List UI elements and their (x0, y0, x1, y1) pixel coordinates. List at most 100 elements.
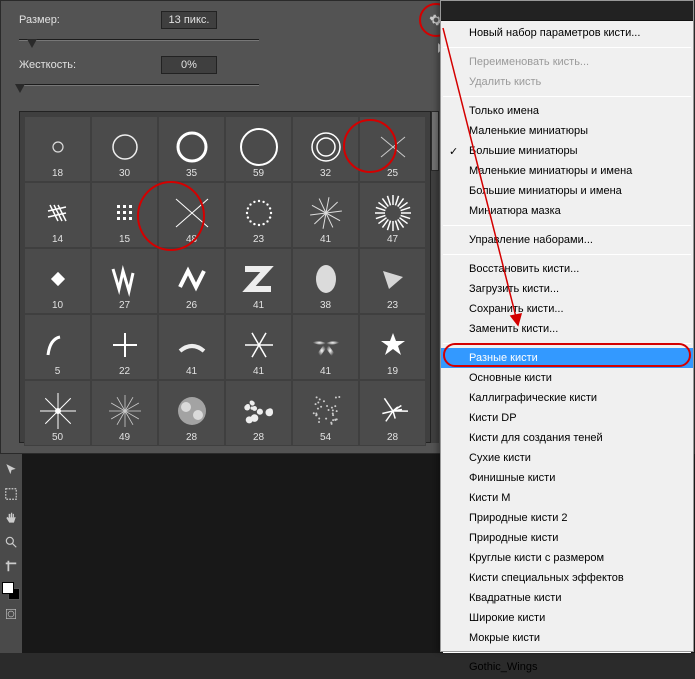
marquee-tool[interactable] (1, 484, 21, 504)
brush-thumbnail[interactable]: 28 (225, 380, 292, 446)
brush-thumbnail[interactable]: 26 (158, 248, 225, 314)
fg-swatch[interactable] (2, 582, 14, 594)
brush-thumbnail[interactable]: 23 (359, 248, 426, 314)
brush-thumbnail[interactable]: 30 (91, 116, 158, 182)
hardness-value[interactable]: 0% (161, 56, 217, 74)
brush-thumbnail[interactable]: 22 (91, 314, 158, 380)
menu-item[interactable]: Миниатюра мазка (441, 201, 693, 221)
menu-item[interactable]: Природные кисти 2 (441, 508, 693, 528)
brush-thumbnail[interactable]: 54 (292, 380, 359, 446)
brush-thumbnail[interactable]: 41 (292, 314, 359, 380)
brush-thumbnail[interactable]: 41 (225, 314, 292, 380)
brush-scrollbar[interactable] (431, 111, 439, 443)
menu-item[interactable]: Разные кисти (441, 348, 693, 368)
menu-separator (443, 47, 691, 48)
menu-item[interactable]: Основные кисти (441, 368, 693, 388)
brush-thumbnail[interactable]: 19 (359, 314, 426, 380)
brush-thumbnail[interactable]: 38 (292, 248, 359, 314)
brush-grid-wrap: 1830355932251415482341471027264138235224… (19, 111, 431, 443)
menu-separator (443, 343, 691, 344)
menu-item-label: Основные кисти (469, 372, 552, 384)
brush-thumbnail[interactable]: 59 (225, 116, 292, 182)
menu-item[interactable]: Квадратные кисти (441, 588, 693, 608)
brush-thumbnail[interactable]: 49 (91, 380, 158, 446)
brush-thumbnail[interactable]: 32 (292, 116, 359, 182)
brush-thumbnail[interactable]: 50 (24, 380, 91, 446)
menu-item-label: Сохранить кисти... (469, 303, 564, 315)
menu-item[interactable]: Новый набор параметров кисти... (441, 23, 693, 43)
hardness-slider-thumb[interactable] (15, 84, 25, 93)
menu-item-label: Большие миниатюры (469, 145, 578, 157)
brush-shape-icon (36, 325, 80, 369)
menu-item[interactable]: Управление наборами... (441, 230, 693, 250)
menu-item[interactable]: Кисти DP (441, 408, 693, 428)
brush-size-label: 10 (25, 300, 90, 311)
menu-item-label: Сухие кисти (469, 452, 531, 464)
brush-thumbnail[interactable]: 18 (24, 116, 91, 182)
size-slider[interactable] (19, 39, 259, 41)
menu-item[interactable]: Мокрые кисти (441, 628, 693, 648)
menu-item[interactable]: Сухие кисти (441, 448, 693, 468)
brush-scrollbar-thumb[interactable] (431, 111, 439, 171)
brush-thumbnail[interactable]: 41 (225, 248, 292, 314)
brush-thumbnail[interactable]: 27 (91, 248, 158, 314)
menu-item[interactable]: ✓Большие миниатюры (441, 141, 693, 161)
menu-item[interactable]: Восстановить кисти... (441, 259, 693, 279)
menu-item[interactable]: Широкие кисти (441, 608, 693, 628)
zoom-tool[interactable] (1, 532, 21, 552)
menu-item[interactable]: Маленькие миниатюры и имена (441, 161, 693, 181)
menu-item-label: Кисти M (469, 492, 510, 504)
menu-item[interactable]: Круглые кисти с размером (441, 548, 693, 568)
brush-thumbnail[interactable]: 23 (225, 182, 292, 248)
menu-item[interactable]: Только имена (441, 101, 693, 121)
brush-thumbnail[interactable]: 47 (359, 182, 426, 248)
menu-item-label: Большие миниатюры и имена (469, 185, 622, 197)
brush-controls: Размер: 13 пикс. Жесткость: 0% (1, 1, 459, 106)
hand-tool[interactable] (1, 508, 21, 528)
brush-thumbnail[interactable]: 28 (158, 380, 225, 446)
menu-item[interactable]: Каллиграфические кисти (441, 388, 693, 408)
menu-item[interactable]: Природные кисти (441, 528, 693, 548)
brush-thumbnail[interactable]: 41 (158, 314, 225, 380)
move-tool[interactable] (1, 460, 21, 480)
menu-item[interactable]: Финишные кисти (441, 468, 693, 488)
menu-separator (443, 254, 691, 255)
menu-item: Удалить кисть (441, 72, 693, 92)
brush-shape-icon (304, 259, 348, 303)
brush-shape-icon (36, 127, 80, 171)
menu-item[interactable]: Кисти для создания теней (441, 428, 693, 448)
brush-thumbnail[interactable]: 25 (359, 116, 426, 182)
brush-thumbnail[interactable]: 10 (24, 248, 91, 314)
brush-thumbnail[interactable]: 14 (24, 182, 91, 248)
quickmask-toggle[interactable] (1, 604, 21, 624)
menu-item[interactable]: Gothic_Wings (441, 657, 693, 677)
menu-item[interactable]: Большие миниатюры и имена (441, 181, 693, 201)
brush-size-label: 5 (25, 366, 90, 377)
brush-shape-icon (170, 259, 214, 303)
menu-item: Переименовать кисть... (441, 52, 693, 72)
brush-size-label: 28 (226, 432, 291, 443)
menu-header-bar (441, 1, 693, 21)
brush-size-label: 49 (92, 432, 157, 443)
color-swatches[interactable] (2, 582, 20, 600)
brush-thumbnail[interactable]: 15 (91, 182, 158, 248)
menu-item[interactable]: Маленькие миниатюры (441, 121, 693, 141)
size-value[interactable]: 13 пикс. (161, 11, 217, 29)
brush-size-label: 59 (226, 168, 291, 179)
brush-thumbnail[interactable]: 28 (359, 380, 426, 446)
brush-thumbnail[interactable]: 48 (158, 182, 225, 248)
brush-thumbnail[interactable]: 5 (24, 314, 91, 380)
brush-thumbnail[interactable]: 35 (158, 116, 225, 182)
menu-item[interactable]: Сохранить кисти... (441, 299, 693, 319)
menu-item[interactable]: Кисти M (441, 488, 693, 508)
brush-shape-icon (103, 391, 147, 435)
menu-item[interactable]: Загрузить кисти... (441, 279, 693, 299)
crop-tool[interactable] (1, 556, 21, 576)
brush-thumbnail[interactable]: 41 (292, 182, 359, 248)
menu-item-label: Удалить кисть (469, 76, 541, 88)
menu-item[interactable]: Кисти специальных эффектов (441, 568, 693, 588)
hardness-slider[interactable] (19, 84, 259, 86)
menu-item[interactable]: Заменить кисти... (441, 319, 693, 339)
brush-size-label: 48 (159, 234, 224, 245)
size-slider-thumb[interactable] (27, 39, 37, 48)
